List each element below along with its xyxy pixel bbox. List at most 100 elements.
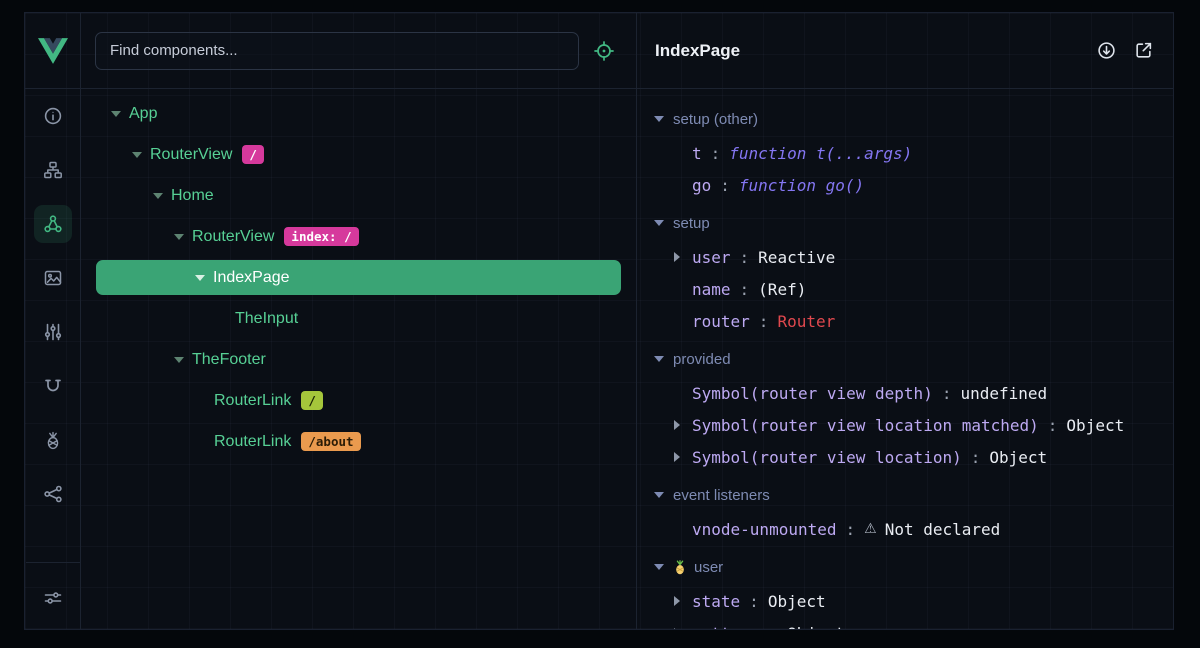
route-badge: index: / <box>284 227 358 247</box>
property-value: Router <box>777 312 835 331</box>
settings-icon <box>43 588 63 608</box>
property-value: undefined <box>960 384 1047 403</box>
inspector-title: IndexPage <box>649 41 1079 61</box>
tree-row-thefooter[interactable]: TheFooter <box>81 339 636 380</box>
chevron-right-icon[interactable] <box>674 596 692 606</box>
property-key: user <box>692 248 731 267</box>
nav-mixer[interactable] <box>34 313 72 351</box>
key-value-separator: : <box>711 144 721 163</box>
nav-graph[interactable] <box>34 475 72 513</box>
open-in-editor-icon[interactable] <box>1134 41 1153 60</box>
property-value: Not declared <box>885 520 1001 539</box>
nav-info[interactable] <box>34 97 72 135</box>
tree-row-home[interactable]: Home <box>81 175 636 216</box>
chevron-down-icon[interactable] <box>174 357 184 363</box>
chevron-right-icon[interactable] <box>674 252 692 262</box>
property-value: (Ref) <box>758 280 806 299</box>
section-provided: provided Symbol(router view depth) : und… <box>637 341 1173 473</box>
nav-hierarchy[interactable] <box>34 151 72 189</box>
component-name: RouterLink <box>214 392 291 410</box>
section-header[interactable]: setup <box>637 205 1173 241</box>
mixer-icon <box>43 322 63 342</box>
chevron-down-icon[interactable] <box>195 275 205 281</box>
property-value: Object <box>768 592 826 611</box>
warning-icon: ⚠ <box>864 521 877 537</box>
chevron-down-icon <box>654 564 664 570</box>
key-value-separator: : <box>720 176 730 195</box>
pages-icon <box>43 268 63 288</box>
chevron-down-icon[interactable] <box>111 111 121 117</box>
section-header[interactable]: user <box>637 549 1173 585</box>
key-value-separator: : <box>1048 416 1058 435</box>
property-row[interactable]: vnode-unmounted : ⚠ Not declared <box>637 513 1173 545</box>
nav-pinia[interactable] <box>34 421 72 459</box>
tree-row-routerlink-2[interactable]: RouterLink /about <box>81 421 636 462</box>
chevron-down-icon[interactable] <box>153 193 163 199</box>
property-row[interactable]: router : Router <box>637 305 1173 337</box>
section-label: provided <box>673 351 731 368</box>
property-row[interactable]: getters : Object <box>637 617 1173 629</box>
property-value: function go() <box>739 176 864 195</box>
inspector-panel: setup (other) t : function t(...args) go… <box>637 89 1173 629</box>
component-name: TheInput <box>235 310 298 328</box>
component-name: RouterView <box>150 146 232 164</box>
section-label: user <box>694 559 723 576</box>
tree-row-theinput[interactable]: TheInput <box>81 298 636 339</box>
section-setup-other: setup (other) t : function t(...args) go… <box>637 101 1173 201</box>
nav-settings[interactable] <box>34 579 72 617</box>
property-row[interactable]: name : (Ref) <box>637 273 1173 305</box>
component-name: RouterLink <box>214 433 291 451</box>
chevron-right-icon[interactable] <box>674 452 692 462</box>
tree-row-routerlink-1[interactable]: RouterLink / <box>81 380 636 421</box>
property-row[interactable]: state : Object <box>637 585 1173 617</box>
nav-pages[interactable] <box>34 259 72 297</box>
component-tree-panel: App RouterView / Home RouterView index: … <box>81 89 637 629</box>
caret-spacer <box>195 441 206 442</box>
tree-row-indexpage-selected[interactable]: IndexPage <box>96 260 621 295</box>
key-value-separator: : <box>942 384 952 403</box>
section-pinia-user: user state : Object getters : Object <box>637 549 1173 629</box>
property-row[interactable]: Symbol(router view depth) : undefined <box>637 377 1173 409</box>
section-label: setup (other) <box>673 111 758 128</box>
property-key: Symbol(router view location) <box>692 448 962 467</box>
chevron-right-icon[interactable] <box>674 628 692 629</box>
key-value-separator: : <box>759 312 769 331</box>
key-value-separator: : <box>971 448 981 467</box>
chevron-down-icon[interactable] <box>132 152 142 158</box>
tree-row-routerview-index[interactable]: RouterView index: / <box>81 216 636 257</box>
search-bar <box>81 13 637 89</box>
property-value: Object <box>1066 416 1124 435</box>
key-value-separator: : <box>749 592 759 611</box>
key-value-separator: : <box>740 248 750 267</box>
section-header[interactable]: event listeners <box>637 477 1173 513</box>
property-row[interactable]: t : function t(...args) <box>637 137 1173 169</box>
property-value: Object <box>787 624 845 630</box>
vue-logo-icon <box>38 38 68 64</box>
graph-icon <box>43 484 63 504</box>
nav-timeline[interactable] <box>34 367 72 405</box>
chevron-down-icon <box>654 356 664 362</box>
property-row[interactable]: go : function go() <box>637 169 1173 201</box>
component-name: IndexPage <box>213 269 290 287</box>
key-value-separator: : <box>740 280 750 299</box>
route-badge: / <box>242 145 264 165</box>
search-input[interactable] <box>95 32 579 70</box>
property-key: router <box>692 312 750 331</box>
scroll-to-component-icon[interactable] <box>1097 41 1116 60</box>
section-header[interactable]: setup (other) <box>637 101 1173 137</box>
section-header[interactable]: provided <box>637 341 1173 377</box>
component-name: RouterView <box>192 228 274 246</box>
tree-row-app[interactable]: App <box>81 93 636 134</box>
tree-row-routerview[interactable]: RouterView / <box>81 134 636 175</box>
chevron-down-icon[interactable] <box>174 234 184 240</box>
chevron-right-icon[interactable] <box>674 420 692 430</box>
chevron-down-icon <box>654 220 664 226</box>
property-key: t <box>692 144 702 163</box>
property-row[interactable]: Symbol(router view location matched) : O… <box>637 409 1173 441</box>
property-key: go <box>692 176 711 195</box>
property-row[interactable]: Symbol(router view location) : Object <box>637 441 1173 473</box>
nav-components[interactable] <box>34 205 72 243</box>
property-row[interactable]: user : Reactive <box>637 241 1173 273</box>
pick-component-target-icon[interactable] <box>594 41 614 61</box>
property-key: getters <box>692 624 759 630</box>
